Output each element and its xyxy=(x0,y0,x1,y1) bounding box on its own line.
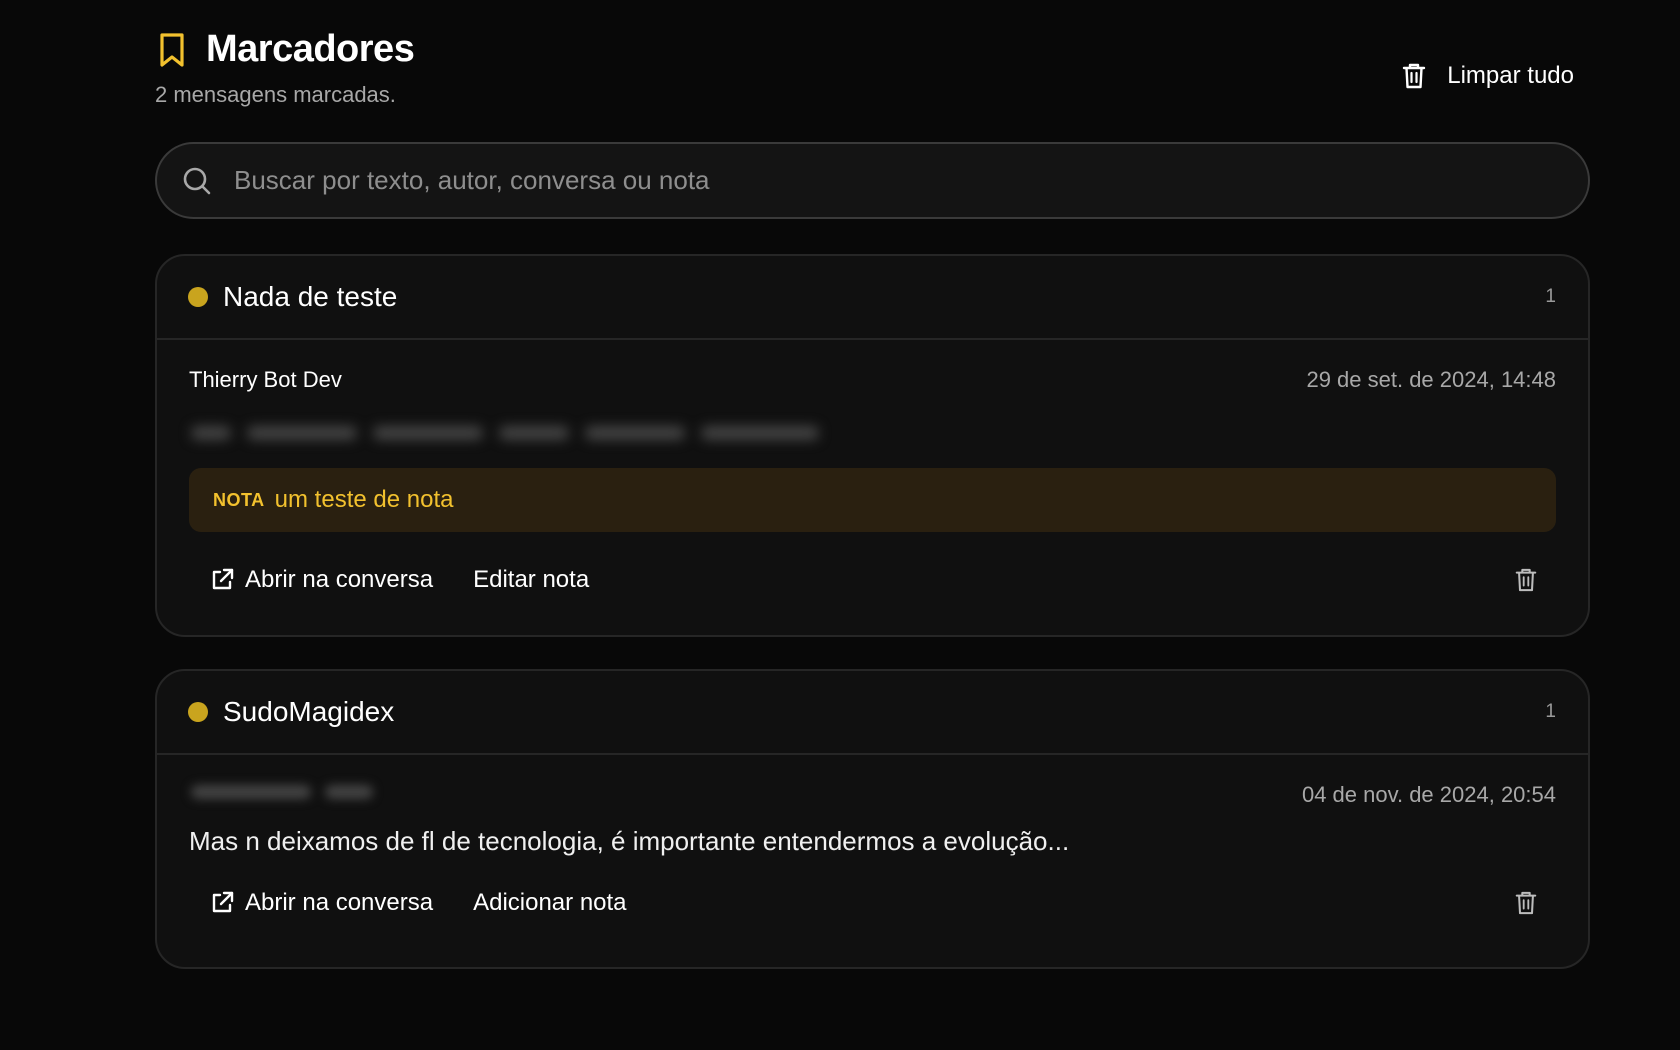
trash-icon xyxy=(1514,889,1538,917)
message-text: Mas n deixamos de fl de tecnologia, é im… xyxy=(189,826,1070,856)
author-name-redacted xyxy=(189,777,379,813)
bookmark-icon xyxy=(155,32,189,68)
author-name: Thierry Bot Dev xyxy=(189,367,342,392)
delete-bookmark-button[interactable] xyxy=(1496,550,1556,610)
search-icon xyxy=(182,166,212,196)
open-in-conversation-label: Abrir na conversa xyxy=(245,889,434,916)
note-box: NOTA um teste de nota xyxy=(189,468,1556,532)
trash-icon xyxy=(1514,566,1538,594)
external-link-icon xyxy=(209,567,235,593)
timestamp: 04 de nov. de 2024, 20:54 xyxy=(1301,782,1556,807)
redacted-author-shape xyxy=(191,785,373,799)
title-row: Marcadores xyxy=(155,28,415,71)
group-status-dot xyxy=(188,702,208,722)
search-input[interactable] xyxy=(232,164,1558,197)
open-in-conversation-button[interactable]: Abrir na conversa xyxy=(189,873,453,933)
open-in-conversation-button[interactable]: Abrir na conversa xyxy=(189,550,453,610)
note-tag: NOTA xyxy=(213,489,265,510)
clear-all-button[interactable]: Limpar tudo xyxy=(1401,62,1574,90)
clear-all-label: Limpar tudo xyxy=(1447,62,1574,89)
bookmark-group: SudoMagidex 1 04 de nov. de 2024, 20:54 … xyxy=(155,669,1590,969)
page-title: Marcadores xyxy=(206,28,415,70)
bookmark-item: 04 de nov. de 2024, 20:54 Mas n deixamos… xyxy=(157,775,1588,933)
bookmark-item: Thierry Bot Dev 29 de set. de 2024, 14:4… xyxy=(157,360,1588,610)
timestamp: 29 de set. de 2024, 14:48 xyxy=(1306,367,1556,392)
note-text: um teste de nota xyxy=(274,486,454,513)
add-note-button[interactable]: Adicionar nota xyxy=(453,873,646,933)
redacted-text-shape xyxy=(191,426,819,440)
trash-icon xyxy=(1401,62,1427,90)
external-link-icon xyxy=(209,890,235,916)
add-note-label: Adicionar nota xyxy=(473,889,627,916)
group-count: 1 xyxy=(1545,286,1556,307)
group-count: 1 xyxy=(1545,701,1556,722)
item-meta: Thierry Bot Dev 29 de set. de 2024, 14:4… xyxy=(189,360,1556,400)
group-name: Nada de teste xyxy=(223,281,398,312)
item-actions: Abrir na conversa Adicionar nota xyxy=(189,873,1556,933)
message-text-redacted xyxy=(189,412,1556,452)
open-in-conversation-label: Abrir na conversa xyxy=(245,566,434,593)
delete-bookmark-button[interactable] xyxy=(1496,873,1556,933)
edit-note-label: Editar nota xyxy=(473,566,590,593)
group-name: SudoMagidex xyxy=(223,696,395,727)
bookmark-group: Nada de teste 1 Thierry Bot Dev 29 de se… xyxy=(155,254,1590,637)
edit-note-button[interactable]: Editar nota xyxy=(453,550,609,610)
group-status-dot xyxy=(188,287,208,307)
page-header: Marcadores 2 mensagens marcadas. Limpar … xyxy=(155,0,1594,125)
page-subtitle: 2 mensagens marcadas. xyxy=(155,82,396,107)
group-header[interactable]: Nada de teste 1 xyxy=(157,256,1588,340)
item-meta: 04 de nov. de 2024, 20:54 xyxy=(189,775,1556,815)
group-header[interactable]: SudoMagidex 1 xyxy=(157,671,1588,755)
search-box[interactable] xyxy=(155,142,1590,219)
item-actions: Abrir na conversa Editar nota xyxy=(189,550,1556,610)
bookmarks-page: Marcadores 2 mensagens marcadas. Limpar … xyxy=(155,0,1594,969)
